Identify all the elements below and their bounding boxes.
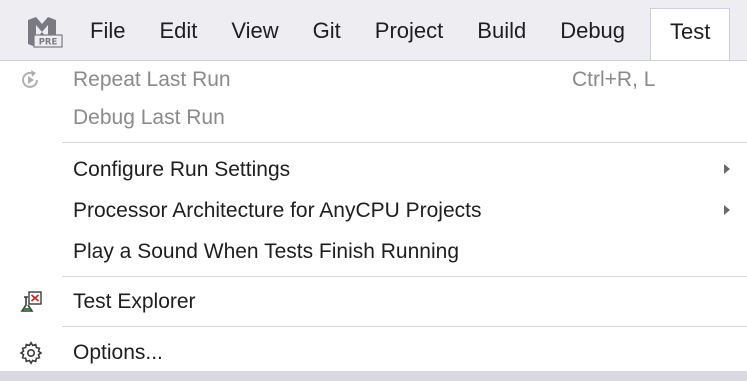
visual-studio-preview-icon[interactable]: PRE <box>26 16 70 48</box>
repeat-run-icon <box>18 67 44 93</box>
menu-item-label: Debug Last Run <box>73 106 225 129</box>
menu-git[interactable]: Git <box>296 8 358 54</box>
menu-item-debug-last-run[interactable]: Debug Last Run <box>0 99 747 137</box>
menu-file[interactable]: File <box>73 8 142 54</box>
shortcut-text: Ctrl+R, L <box>572 68 656 91</box>
menu-item-label: Configure Run Settings <box>73 158 291 181</box>
visual-studio-window: PRE File Edit View Git Project Build Deb… <box>0 0 747 381</box>
menu-test[interactable]: Test <box>650 8 731 62</box>
background-editor-strip <box>0 371 747 381</box>
submenu-arrow-icon <box>724 205 730 215</box>
test-explorer-icon <box>18 289 44 315</box>
menu-item-options[interactable]: Options... <box>0 334 747 372</box>
gear-icon <box>18 340 44 366</box>
menu-item-repeat-last-run[interactable]: Repeat Last Run Ctrl+R, L <box>0 61 747 99</box>
menu-bar: PRE File Edit View Git Project Build Deb… <box>0 0 747 62</box>
menu-item-configure-run-settings[interactable]: Configure Run Settings <box>0 151 747 189</box>
menu-view[interactable]: View <box>214 8 295 54</box>
menu-edit[interactable]: Edit <box>142 8 214 54</box>
menu-separator <box>62 326 747 327</box>
menu-item-label: Play a Sound When Tests Finish Running <box>73 240 459 263</box>
menu-item-label: Processor Architecture for AnyCPU Projec… <box>73 199 482 222</box>
menu-items: File Edit View Git Project Build Debug T… <box>73 8 731 62</box>
menu-item-play-sound[interactable]: Play a Sound When Tests Finish Running <box>0 233 747 271</box>
menu-item-label: Repeat Last Run <box>73 68 231 91</box>
menu-project[interactable]: Project <box>358 8 460 54</box>
menu-separator <box>62 276 747 277</box>
menu-separator <box>62 142 747 143</box>
test-menu-dropdown: Repeat Last Run Ctrl+R, L Debug Last Run… <box>0 60 747 381</box>
menu-item-label: Options... <box>73 341 163 364</box>
submenu-arrow-icon <box>724 164 730 174</box>
svg-text:PRE: PRE <box>39 38 58 48</box>
menu-build[interactable]: Build <box>460 8 543 54</box>
menu-item-test-explorer[interactable]: Test Explorer <box>0 283 747 321</box>
menu-debug[interactable]: Debug <box>543 8 642 54</box>
menu-item-label: Test Explorer <box>73 290 196 313</box>
menu-item-processor-architecture[interactable]: Processor Architecture for AnyCPU Projec… <box>0 192 747 230</box>
